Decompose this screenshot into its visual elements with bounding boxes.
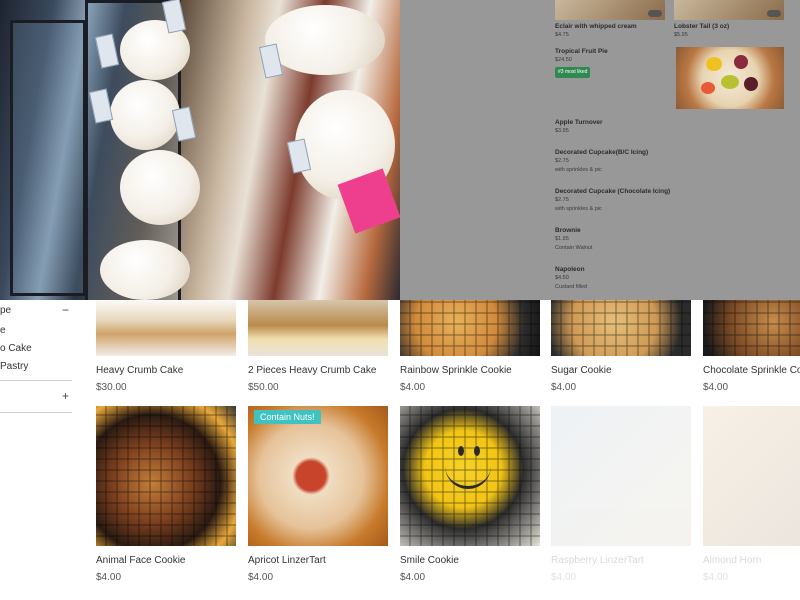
smile-eye	[474, 446, 480, 456]
most-liked-badge: #3 most liked	[555, 67, 591, 78]
menu-item[interactable]: Decorated Cupcake (Chocolate Icing) $2.7…	[555, 187, 670, 214]
collapse-toggle[interactable]: −	[62, 303, 69, 317]
divider	[0, 412, 72, 413]
menu-item-desc: Contain Walnut	[555, 245, 593, 251]
menu-item-price: $5.95	[674, 32, 688, 38]
product-title[interactable]: Smile Cookie	[400, 555, 540, 566]
filter-type-header[interactable]: pe	[0, 305, 11, 316]
product-card[interactable]: Contain Nuts! Apricot LinzerTart $4.00	[248, 406, 388, 583]
menu-item-desc: Custard filled	[555, 284, 588, 290]
product-price: $30.00	[96, 382, 127, 393]
product-image[interactable]	[248, 300, 388, 356]
menu-item-name: Lobster Tail (3 oz)	[674, 23, 730, 30]
menu-item-name: Decorated Cupcake (Chocolate Icing)	[555, 188, 671, 195]
menu-item[interactable]: Lobster Tail (3 oz) $5.95	[674, 22, 729, 40]
product-image[interactable]	[96, 406, 236, 546]
product-price: $4.00	[551, 572, 577, 583]
menu-item-name: Tropical Fruit Pie	[555, 48, 608, 55]
product-price: $4.00	[551, 382, 577, 393]
menu-item[interactable]: Decorated Cupcake(B/C Icing) $2.75 with …	[555, 148, 648, 175]
product-card[interactable]: Almond Horn $4.00	[703, 406, 800, 583]
product-title[interactable]: Raspberry LinzerTart	[551, 555, 691, 566]
product-price: $4.00	[703, 572, 729, 583]
product-image[interactable]	[96, 300, 236, 356]
product-price: $4.00	[96, 572, 122, 583]
product-card[interactable]: Rainbow Sprinkle Cookie $4.00	[400, 300, 540, 393]
product-title[interactable]: Animal Face Cookie	[96, 555, 236, 566]
menu-item[interactable]: Napoleon $4.50 Custard filled	[555, 265, 587, 292]
product-price: $4.00	[400, 572, 426, 583]
product-title[interactable]: Rainbow Sprinkle Cookie	[400, 365, 540, 376]
menu-item-price: $3.95	[555, 128, 569, 134]
menu-item-name: Brownie	[555, 227, 581, 234]
product-image[interactable]	[703, 300, 800, 356]
filter-option[interactable]: o Cake	[0, 343, 32, 354]
menu-item-name: Napoleon	[555, 266, 585, 273]
product-card[interactable]: Smile Cookie $4.00	[400, 406, 540, 583]
product-image[interactable]	[551, 406, 691, 546]
product-image[interactable]	[400, 406, 540, 546]
menu-item-price: $2.75	[555, 197, 569, 203]
product-title[interactable]: Chocolate Sprinkle Cookie	[703, 365, 800, 376]
menu-panel: Eclair with whipped cream $4.75 Lobster …	[400, 0, 800, 300]
product-image[interactable]: Contain Nuts!	[248, 406, 388, 546]
product-image[interactable]	[703, 406, 800, 546]
product-title[interactable]: Apricot LinzerTart	[248, 555, 388, 566]
menu-item[interactable]: Tropical Fruit Pie $24.50 #3 most liked	[555, 47, 608, 78]
product-card[interactable]: Animal Face Cookie $4.00	[96, 406, 236, 583]
product-card[interactable]: Heavy Crumb Cake $30.00	[96, 300, 236, 393]
menu-item[interactable]: Apple Turnover $3.95	[555, 118, 603, 136]
menu-item[interactable]: Eclair with whipped cream $4.75	[555, 22, 637, 40]
menu-item-name: Decorated Cupcake(B/C Icing)	[555, 149, 649, 156]
product-card[interactable]: Sugar Cookie $4.00	[551, 300, 691, 393]
menu-thumb	[555, 0, 665, 20]
expand-toggle[interactable]: +	[62, 389, 69, 403]
product-title[interactable]: Heavy Crumb Cake	[96, 365, 236, 376]
contain-nuts-ribbon: Contain Nuts!	[254, 410, 321, 424]
menu-item-price: $1.95	[555, 236, 569, 242]
menu-item-price: $2.75	[555, 158, 569, 164]
product-price: $50.00	[248, 382, 279, 393]
product-price: $4.00	[248, 572, 274, 583]
storefront-photo	[0, 0, 400, 300]
product-card[interactable]: 2 Pieces Heavy Crumb Cake $50.00	[248, 300, 388, 393]
menu-item-name: Apple Turnover	[555, 119, 603, 126]
product-title[interactable]: Almond Horn	[703, 555, 800, 566]
menu-item-price: $24.50	[555, 57, 572, 63]
filter-option[interactable]: e	[0, 325, 6, 336]
menu-item-desc: with sprinkles & pic	[555, 167, 602, 173]
smile-eye	[458, 446, 464, 456]
product-image[interactable]	[400, 300, 540, 356]
filter-option[interactable]: Pastry	[0, 361, 28, 372]
menu-item-desc: with sprinkles & pic	[555, 206, 602, 212]
menu-item-name: Eclair with whipped cream	[555, 23, 637, 30]
product-title[interactable]: Sugar Cookie	[551, 365, 691, 376]
divider	[0, 380, 72, 381]
filter-sidebar: pe − e o Cake Pastry +	[0, 300, 80, 600]
menu-thumb	[674, 0, 784, 20]
product-card[interactable]: Raspberry LinzerTart $4.00	[551, 406, 691, 583]
fruit-pie-photo	[676, 47, 784, 109]
product-price: $4.00	[703, 382, 729, 393]
product-price: $4.00	[400, 382, 426, 393]
menu-item-price: $4.75	[555, 32, 569, 38]
menu-item-price: $4.50	[555, 275, 569, 281]
product-title[interactable]: 2 Pieces Heavy Crumb Cake	[248, 365, 388, 376]
product-card[interactable]: Chocolate Sprinkle Cookie $4.00	[703, 300, 800, 393]
menu-item[interactable]: Brownie $1.95 Contain Walnut	[555, 226, 592, 253]
product-image[interactable]	[551, 300, 691, 356]
